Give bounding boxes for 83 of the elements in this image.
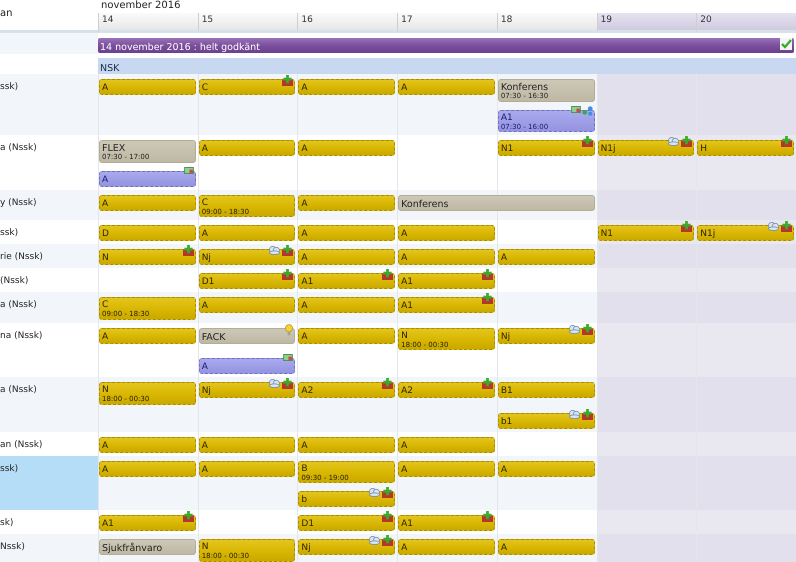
checkmark-icon xyxy=(780,38,792,50)
unit-bar: NSK xyxy=(98,58,796,74)
shift-block[interactable]: A xyxy=(99,194,196,210)
people-icon[interactable] xyxy=(268,378,282,388)
people-icon[interactable] xyxy=(368,535,382,545)
add-icon[interactable] xyxy=(482,269,493,280)
add-icon[interactable] xyxy=(282,245,294,256)
employee-name[interactable]: rie (Nssk) xyxy=(0,244,98,268)
add-icon[interactable] xyxy=(582,408,593,420)
day-header[interactable]: 15 xyxy=(198,13,298,33)
shift-block[interactable]: A xyxy=(99,79,196,95)
add-icon[interactable] xyxy=(382,511,394,522)
add-icon[interactable] xyxy=(382,378,394,389)
shift-block[interactable]: A xyxy=(498,539,595,555)
employee-name[interactable]: ssk) xyxy=(0,74,98,135)
shift-block[interactable]: A xyxy=(198,297,296,313)
shift-block[interactable]: A xyxy=(298,194,396,210)
people-icon[interactable] xyxy=(368,487,382,497)
add-icon[interactable] xyxy=(681,136,692,147)
shift-block[interactable]: A xyxy=(398,539,495,555)
approval-label: 14 november 2016 : helt godkänt xyxy=(100,42,260,53)
shift-block[interactable]: A xyxy=(398,436,495,452)
day-header[interactable]: 20 xyxy=(696,13,796,33)
shift-block[interactable]: A xyxy=(99,328,196,344)
shift-block[interactable]: A xyxy=(198,460,296,476)
add-icon[interactable] xyxy=(382,269,394,280)
shift-block[interactable]: A xyxy=(198,436,296,452)
shift-block[interactable]: A xyxy=(498,249,595,265)
add-icon[interactable] xyxy=(382,487,394,498)
shift-block[interactable]: A xyxy=(298,328,396,344)
shift-block[interactable]: A xyxy=(198,225,296,241)
message-icon[interactable] xyxy=(283,354,294,361)
shift-block[interactable]: A xyxy=(298,249,396,265)
shift-block[interactable]: A xyxy=(99,460,196,476)
lightbulb-icon[interactable] xyxy=(285,324,294,336)
shift-block[interactable]: A xyxy=(398,249,495,265)
add-icon[interactable] xyxy=(482,511,493,522)
shift-block[interactable]: A xyxy=(398,460,495,476)
shift-block[interactable]: A xyxy=(99,436,196,452)
employee-name[interactable]: Nssk) xyxy=(0,534,98,562)
employee-name[interactable]: a (Nssk) xyxy=(0,377,98,432)
shift-block[interactable]: A xyxy=(298,297,396,313)
add-icon[interactable] xyxy=(182,511,194,522)
people-icon[interactable] xyxy=(268,245,282,255)
add-icon[interactable] xyxy=(382,535,394,546)
day-header[interactable]: 14 xyxy=(98,13,198,33)
absence-block[interactable]: Konferens xyxy=(398,194,595,210)
people-icon[interactable] xyxy=(568,324,581,334)
people-icon[interactable] xyxy=(767,221,780,231)
shift-block[interactable]: A xyxy=(298,436,396,452)
day-header[interactable]: 18 xyxy=(496,13,597,33)
shift-block[interactable]: A xyxy=(398,225,495,241)
add-icon[interactable] xyxy=(482,378,493,389)
day-header[interactable]: 16 xyxy=(297,13,398,33)
shift-block[interactable]: B1 xyxy=(498,382,595,398)
add-icon[interactable] xyxy=(482,293,493,304)
add-icon[interactable] xyxy=(182,245,194,256)
month-label: november 2016 xyxy=(100,0,182,13)
add-icon[interactable] xyxy=(582,324,593,334)
approval-bar[interactable]: 14 november 2016 : helt godkänt xyxy=(98,38,794,53)
shift-block[interactable]: A xyxy=(298,225,396,241)
people-icon[interactable] xyxy=(568,408,581,418)
day-header[interactable]: 19 xyxy=(596,13,696,33)
add-icon[interactable] xyxy=(282,378,294,389)
add-icon[interactable] xyxy=(282,269,294,280)
absence-block[interactable]: Sjukfrånvaro xyxy=(99,539,196,555)
employee-name[interactable]: ssk) xyxy=(0,456,98,510)
add-icon[interactable] xyxy=(282,75,294,86)
shift-block[interactable]: A xyxy=(298,79,396,95)
add-icon[interactable] xyxy=(681,221,692,232)
shift-block[interactable]: A xyxy=(498,460,595,476)
shift-block[interactable]: D xyxy=(99,225,196,241)
add-icon[interactable] xyxy=(781,221,792,232)
employee-name[interactable]: a (Nssk) xyxy=(0,292,98,322)
share-icon[interactable] xyxy=(582,106,593,116)
employee-name[interactable]: y (Nssk) xyxy=(0,190,98,220)
day-header[interactable]: 17 xyxy=(397,13,497,33)
shift-block[interactable]: A xyxy=(398,79,495,95)
add-icon[interactable] xyxy=(582,136,593,147)
shift-block[interactable]: A xyxy=(298,140,396,156)
add-icon[interactable] xyxy=(781,136,792,147)
shift-block[interactable]: A xyxy=(198,140,296,156)
people-icon[interactable] xyxy=(667,136,680,146)
